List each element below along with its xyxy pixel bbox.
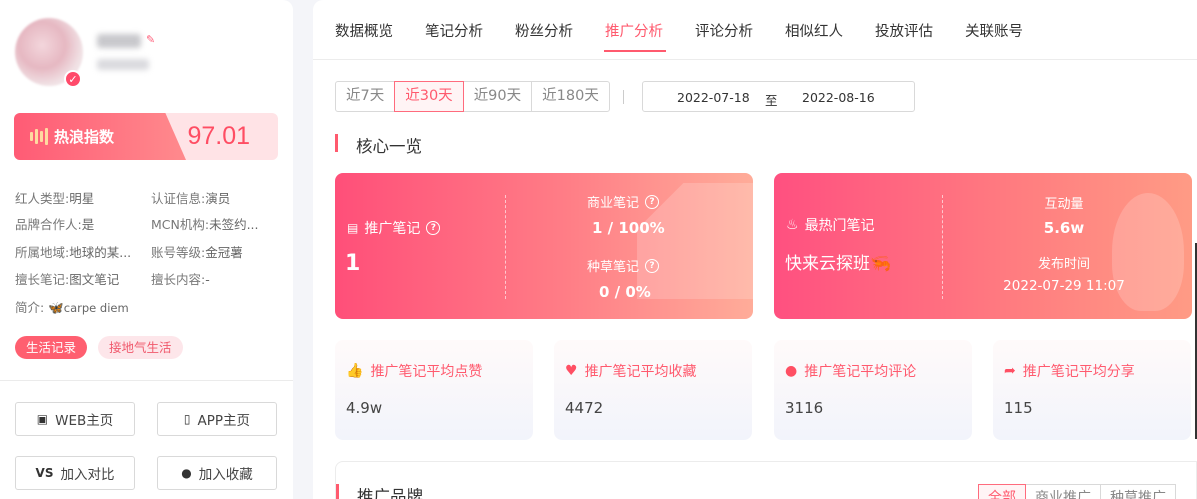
promo-notes-value: 1	[345, 251, 361, 276]
tag-life-record[interactable]: 生活记录	[15, 336, 88, 359]
info-content: 擅长内容:-	[151, 272, 210, 287]
heart-icon: ♥	[565, 363, 578, 379]
tab-similar[interactable]: 相似红人	[785, 20, 843, 41]
heat-index-card: 热浪指数 97.01	[14, 113, 278, 160]
bar-chart-icon	[30, 128, 48, 145]
profile-sidebar: ✓ ✎ 热浪指数 97.01 红人类型:明星 认证信息:演员 品牌合作人:是 M…	[0, 0, 293, 499]
promo-notes-card: ▤ 推广笔记? 1 商业笔记? 1 / 100% 种草笔记? 0 / 0%	[335, 173, 753, 319]
tab-comments[interactable]: 评论分析	[695, 20, 753, 41]
monitor-icon: ▣	[36, 412, 49, 426]
tab-bar: 数据概览 笔记分析 粉丝分析 推广分析 评论分析 相似红人 投放评估 关联账号	[313, 0, 1197, 60]
stat-value: 3116	[785, 399, 824, 417]
card-divider	[942, 195, 943, 299]
info-brand-partner: 品牌合作人:是	[15, 217, 95, 232]
info-bio: 简介: 🦋carpe diem	[15, 300, 129, 315]
commercial-notes-value: 1 / 100%	[592, 219, 665, 237]
range-30-days[interactable]: 近30天	[394, 81, 464, 112]
phone-icon: ▯	[183, 412, 191, 426]
start-date[interactable]: 2022-07-18	[677, 90, 750, 105]
stat-label: ● 推广笔记平均评论	[785, 363, 917, 380]
publish-time-label: 发布时间	[1037, 257, 1090, 272]
date-separator: 至	[765, 93, 778, 108]
heat-index-value: 97.01	[187, 122, 250, 150]
info-certification: 认证信息:演员	[151, 191, 231, 206]
filter-all[interactable]: 全部	[978, 484, 1026, 499]
section-title-overview: 核心一览	[335, 133, 422, 157]
help-icon[interactable]: ?	[645, 258, 660, 273]
tab-overview[interactable]: 数据概览	[335, 20, 393, 41]
section-title-brands: 推广品牌	[336, 483, 423, 499]
heat-index-label: 热浪指数	[54, 128, 115, 146]
tab-promotion[interactable]: 推广分析	[605, 20, 663, 41]
share-icon: ➦	[1004, 363, 1016, 379]
app-homepage-button[interactable]: ▯ APP主页	[157, 402, 277, 436]
divider	[0, 380, 293, 381]
info-type: 红人类型:明星	[15, 191, 95, 206]
add-compare-button[interactable]: VS 加入对比	[15, 456, 135, 490]
hot-note-label: ♨ 最热门笔记	[786, 217, 875, 234]
info-level: 账号等级:金冠薯	[151, 245, 243, 260]
butterfly-icon: 🦋	[48, 300, 64, 315]
tab-notes[interactable]: 笔记分析	[425, 20, 483, 41]
hot-note-card[interactable]: ♨ 最热门笔记 快来云探班🦐 互动量 5.6w 发布时间 2022-07-29 1…	[774, 173, 1192, 319]
heat-index-label-area: 热浪指数	[14, 113, 186, 160]
end-date[interactable]: 2022-08-16	[802, 90, 875, 105]
info-region: 所属地域:地球的某...	[15, 245, 132, 260]
notebook-icon: ▤	[347, 221, 359, 235]
stat-value: 115	[1004, 399, 1033, 417]
vs-icon: VS	[35, 466, 54, 480]
comment-icon: ●	[785, 363, 798, 379]
interaction-label: 互动量	[1044, 197, 1084, 212]
range-90-days[interactable]: 近90天	[462, 81, 533, 112]
commercial-notes-label: 商业笔记?	[587, 192, 660, 211]
stat-value: 4472	[565, 399, 604, 417]
stat-avg-shares: ➦ 推广笔记平均分享 115	[993, 340, 1191, 440]
brand-filter: 全部 商业推广 种草推广	[978, 484, 1176, 499]
stat-label: 👍 推广笔记平均点赞	[346, 363, 483, 380]
stat-label: ♥ 推广笔记平均收藏	[565, 363, 697, 380]
blurred-username	[97, 34, 141, 48]
main-panel: 数据概览 笔记分析 粉丝分析 推广分析 评论分析 相似红人 投放评估 关联账号 …	[313, 0, 1197, 499]
web-homepage-button[interactable]: ▣ WEB主页	[15, 402, 135, 436]
filter-seeding[interactable]: 种草推广	[1100, 484, 1176, 499]
help-icon[interactable]: ?	[426, 221, 441, 235]
stat-avg-comments: ● 推广笔记平均评论 3116	[774, 340, 972, 440]
seeding-notes-label: 种草笔记?	[587, 256, 660, 275]
stat-value: 4.9w	[346, 399, 383, 417]
range-180-days[interactable]: 近180天	[531, 81, 610, 112]
stat-avg-likes: 👍 推广笔记平均点赞 4.9w	[335, 340, 533, 440]
range-7-days[interactable]: 近7天	[335, 81, 396, 112]
separator	[623, 90, 624, 104]
date-picker[interactable]: 2022-07-18 至 2022-08-16	[642, 81, 915, 112]
star-circle-icon: ●	[181, 466, 192, 480]
pen-icon[interactable]: ✎	[146, 33, 155, 46]
card-divider	[505, 195, 506, 299]
help-icon[interactable]: ?	[645, 194, 660, 209]
stat-avg-favorites: ♥ 推广笔记平均收藏 4472	[554, 340, 752, 440]
date-range-selector: 近7天 近30天 近90天 近180天	[335, 81, 610, 112]
seeding-notes-value: 0 / 0%	[599, 283, 651, 301]
tab-fans[interactable]: 粉丝分析	[515, 20, 573, 41]
interaction-value: 5.6w	[1043, 219, 1085, 237]
promo-brands-section: 推广品牌 全部 商业推广 种草推广	[335, 461, 1197, 499]
stat-label: ➦ 推广笔记平均分享	[1004, 363, 1135, 380]
filter-commercial[interactable]: 商业推广	[1025, 484, 1101, 499]
tab-evaluation[interactable]: 投放评估	[875, 20, 933, 41]
publish-time-value: 2022-07-29 11:07	[1003, 278, 1125, 294]
blurred-user-id	[97, 59, 149, 70]
thumbs-up-icon: 👍	[346, 363, 364, 379]
tag-down-to-earth[interactable]: 接地气生活	[98, 336, 183, 359]
add-favorite-button[interactable]: ● 加入收藏	[157, 456, 277, 490]
info-mcn: MCN机构:未签约...	[151, 217, 259, 232]
active-tab-indicator	[604, 50, 666, 52]
promo-notes-label: ▤ 推广笔记?	[347, 218, 441, 238]
tab-linked-accounts[interactable]: 关联账号	[965, 20, 1023, 41]
hot-note-title[interactable]: 快来云探班🦐	[785, 249, 891, 274]
verified-badge-icon: ✓	[64, 70, 82, 88]
info-note-type: 擅长笔记:图文笔记	[15, 272, 120, 287]
flame-icon: ♨	[786, 217, 799, 233]
